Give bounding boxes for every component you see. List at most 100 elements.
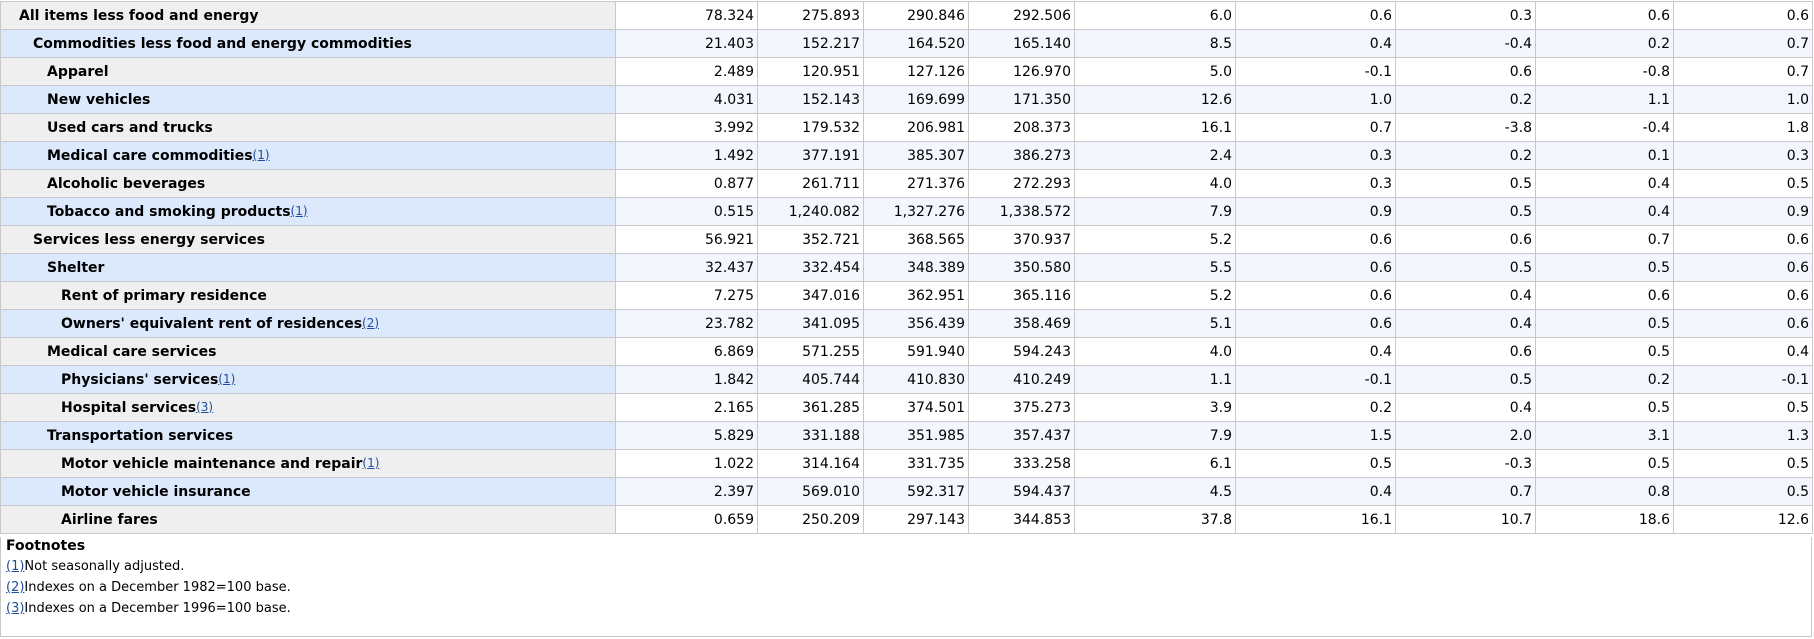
data-cell: 1,327.276: [863, 197, 969, 226]
data-cell: 169.699: [863, 85, 969, 114]
data-cell: 351.985: [863, 421, 969, 450]
data-cell: 357.437: [968, 421, 1075, 450]
footnotes-section: Footnotes (1)Not seasonally adjusted. (2…: [0, 537, 1812, 637]
page: All items less food and energy 78.324 275.…: [0, 0, 1814, 639]
data-cell: 1,338.572: [968, 197, 1075, 226]
data-cell: 385.307: [863, 141, 969, 170]
row-label-text: Hospital services: [61, 399, 197, 416]
footnote-item: (2)Indexes on a December 1982=100 base.: [6, 577, 1811, 598]
data-cell: 0.5: [1395, 169, 1536, 198]
data-cell: 1.492: [615, 141, 758, 170]
footnote-link[interactable]: (1): [6, 559, 24, 574]
data-cell: 0.6: [1235, 281, 1396, 310]
data-cell: 352.721: [757, 225, 864, 254]
data-cell: 331.735: [863, 449, 969, 478]
data-cell: 386.273: [968, 141, 1075, 170]
data-cell: 0.4: [1235, 477, 1396, 506]
data-cell: 4.5: [1074, 477, 1236, 506]
data-cell: 261.711: [757, 169, 864, 198]
data-cell: 0.4: [1673, 337, 1813, 366]
data-cell: 341.095: [757, 309, 864, 338]
data-cell: -3.8: [1395, 113, 1536, 142]
data-cell: 171.350: [968, 85, 1075, 114]
cpi-data-table: All items less food and energy 78.324 275.…: [0, 1, 1813, 534]
row-label: Used cars and trucks: [0, 113, 616, 142]
data-cell: 410.249: [968, 365, 1075, 394]
data-cell: 10.7: [1395, 505, 1536, 534]
row-label-text: Transportation services: [47, 427, 234, 444]
data-cell: 0.2: [1535, 29, 1674, 58]
footnote-item: (3)Indexes on a December 1996=100 base.: [6, 598, 1811, 619]
row-label: Tobacco and smoking products(1): [0, 197, 616, 226]
data-cell: 314.164: [757, 449, 864, 478]
data-cell: 275.893: [757, 1, 864, 30]
footnote-ref-link[interactable]: (2): [362, 316, 379, 330]
data-cell: 16.1: [1235, 505, 1396, 534]
data-cell: 127.126: [863, 57, 969, 86]
row-label-text: Alcoholic beverages: [47, 175, 206, 192]
row-label: Commodities less food and energy commodi…: [0, 29, 616, 58]
row-label-text: Physicians' services: [61, 371, 219, 388]
data-cell: 594.243: [968, 337, 1075, 366]
row-label: Transportation services: [0, 421, 616, 450]
data-cell: 0.6: [1235, 253, 1396, 282]
data-cell: 5.829: [615, 421, 758, 450]
data-cell: 358.469: [968, 309, 1075, 338]
data-cell: 18.6: [1535, 505, 1674, 534]
data-cell: -0.1: [1235, 57, 1396, 86]
data-cell: 1.1: [1074, 365, 1236, 394]
data-cell: 0.8: [1535, 477, 1674, 506]
data-cell: 272.293: [968, 169, 1075, 198]
data-cell: 2.397: [615, 477, 758, 506]
data-cell: 0.5: [1535, 337, 1674, 366]
footnote-ref-link[interactable]: (1): [362, 456, 379, 470]
footnote-link[interactable]: (3): [6, 601, 24, 616]
footnote-link[interactable]: (2): [6, 580, 24, 595]
data-cell: 0.515: [615, 197, 758, 226]
data-cell: 7.275: [615, 281, 758, 310]
data-cell: 3.1: [1535, 421, 1674, 450]
row-label: Services less energy services: [0, 225, 616, 254]
data-cell: 179.532: [757, 113, 864, 142]
data-cell: 2.4: [1074, 141, 1236, 170]
data-cell: 0.3: [1395, 1, 1536, 30]
data-cell: 7.9: [1074, 197, 1236, 226]
footnote-ref-link[interactable]: (3): [196, 400, 213, 414]
data-cell: 344.853: [968, 505, 1075, 534]
data-cell: 6.0: [1074, 1, 1236, 30]
data-cell: 3.9: [1074, 393, 1236, 422]
row-label-text: Motor vehicle maintenance and repair: [61, 455, 363, 472]
data-cell: 0.5: [1673, 477, 1813, 506]
row-label: Hospital services(3): [0, 393, 616, 422]
data-cell: 374.501: [863, 393, 969, 422]
data-cell: 0.5: [1395, 365, 1536, 394]
row-label-text: Commodities less food and energy commodi…: [33, 35, 412, 52]
footnote-ref-link[interactable]: (1): [253, 148, 270, 162]
data-cell: 1.5: [1235, 421, 1396, 450]
footnote-ref-link[interactable]: (1): [218, 372, 235, 386]
data-cell: 333.258: [968, 449, 1075, 478]
data-cell: 5.2: [1074, 225, 1236, 254]
row-label: Physicians' services(1): [0, 365, 616, 394]
data-cell: -0.4: [1535, 113, 1674, 142]
data-cell: 350.580: [968, 253, 1075, 282]
data-cell: 5.2: [1074, 281, 1236, 310]
data-cell: 2.0: [1395, 421, 1536, 450]
table-row: Physicians' services(1) 1.842 405.744 410.8…: [0, 365, 1813, 394]
data-cell: 0.6: [1673, 1, 1813, 30]
data-cell: 0.9: [1673, 197, 1813, 226]
data-cell: 165.140: [968, 29, 1075, 58]
data-cell: 0.7: [1535, 225, 1674, 254]
footnote-ref-link[interactable]: (1): [291, 204, 308, 218]
row-label-text: Airline fares: [61, 511, 158, 528]
data-cell: 1.842: [615, 365, 758, 394]
data-cell: 0.6: [1535, 281, 1674, 310]
table-row: Alcoholic beverages 0.877 261.711 271.376 27…: [0, 169, 1813, 198]
data-cell: 1.0: [1235, 85, 1396, 114]
data-cell: 4.031: [615, 85, 758, 114]
data-cell: 569.010: [757, 477, 864, 506]
data-cell: 21.403: [615, 29, 758, 58]
data-cell: 6.1: [1074, 449, 1236, 478]
table-row: Medical care commodities(1) 1.492 377.191 3…: [0, 141, 1813, 170]
data-cell: 6.869: [615, 337, 758, 366]
